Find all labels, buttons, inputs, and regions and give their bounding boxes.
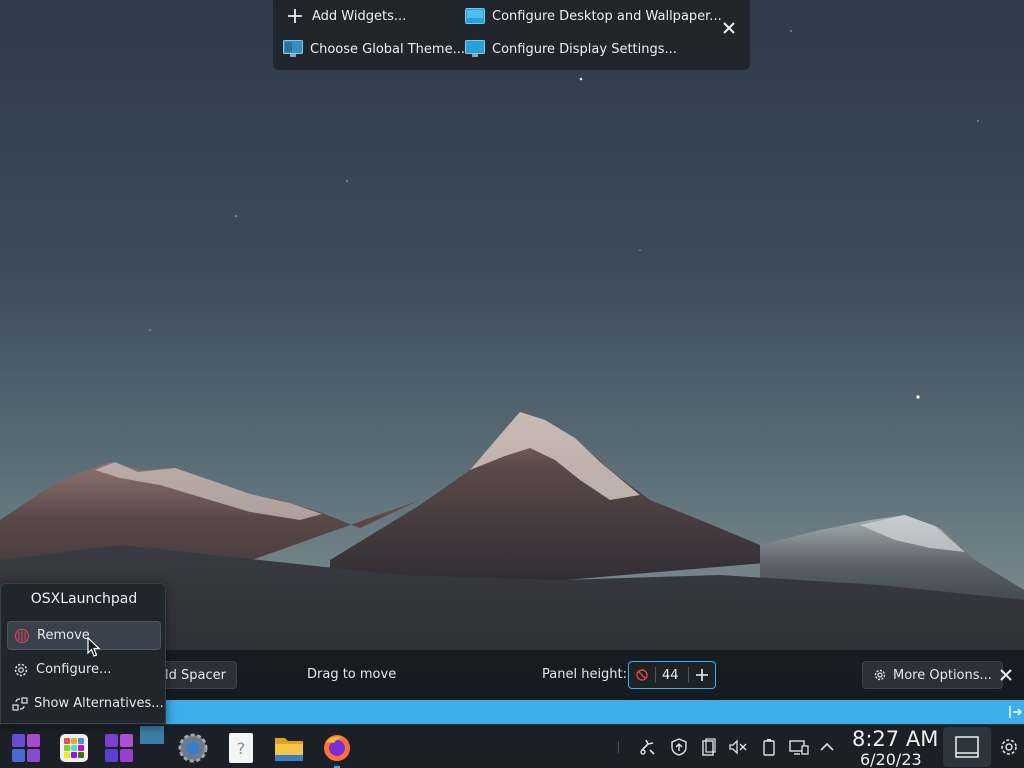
panel-height-spinbox[interactable]: 44 <box>628 661 716 689</box>
theme-icon <box>283 39 303 59</box>
choose-global-theme-button[interactable]: Choose Global Theme... <box>283 34 465 64</box>
network-wired-icon <box>789 740 809 755</box>
widget-context-menu: OSXLaunchpad Remove Configure... Show Al… <box>0 583 166 724</box>
help-document-icon: ? <box>229 733 253 763</box>
configure-desktop-button[interactable]: Configure Desktop and Wallpaper... <box>465 1 722 31</box>
add-spacer-label: ld Spacer <box>165 667 226 683</box>
battery-icon <box>763 739 775 756</box>
desktop-edit-toolbar: Add Widgets... Configure Desktop and Wal… <box>273 0 750 70</box>
show-alternatives-menu-item[interactable]: Show Alternatives... <box>7 689 164 718</box>
clipboard-icon <box>702 738 716 756</box>
clock-date[interactable]: 6/20/23 <box>860 750 922 768</box>
connect-icon <box>640 739 655 755</box>
show-hidden-tray-button[interactable] <box>816 736 838 758</box>
close-icon <box>723 22 735 34</box>
add-widgets-label: Add Widgets... <box>312 8 407 24</box>
remove-menu-item[interactable]: Remove <box>7 621 161 650</box>
system-settings-button[interactable] <box>175 730 211 766</box>
configure-label: Configure... <box>36 662 112 677</box>
close-edit-mode-button[interactable] <box>718 17 740 39</box>
show-desktop-icon <box>955 736 979 758</box>
plus-icon <box>696 669 708 681</box>
clock-time[interactable]: 8:27 AM <box>852 727 938 751</box>
mouse-cursor-icon <box>87 637 101 657</box>
launchpad-icon <box>105 734 133 762</box>
kde-connect-tray[interactable] <box>637 736 659 758</box>
add-widgets-button[interactable]: Add Widgets... <box>285 1 406 31</box>
blocked-icon <box>636 669 648 681</box>
app-launcher-button[interactable] <box>8 730 44 766</box>
volume-tray[interactable] <box>727 736 749 758</box>
updates-tray[interactable] <box>668 736 690 758</box>
volume-muted-icon <box>729 739 747 755</box>
taskbar: ? 8:27 AM 6/20/23 <box>0 724 1024 768</box>
firefox-button[interactable] <box>319 730 355 768</box>
folder-icon <box>275 738 303 761</box>
switch-icon <box>12 695 28 713</box>
plus-icon <box>285 6 305 26</box>
gear-icon <box>874 669 886 681</box>
panel-height-label: Panel height: <box>542 667 628 682</box>
update-shield-icon <box>671 738 687 756</box>
launchpad-button[interactable] <box>101 730 137 766</box>
app-grid-button[interactable] <box>56 730 92 766</box>
configure-desktop-label: Configure Desktop and Wallpaper... <box>492 8 722 24</box>
configure-menu-item[interactable]: Configure... <box>7 655 161 684</box>
wallpaper-icon <box>465 6 485 26</box>
network-tray[interactable] <box>788 736 810 758</box>
app-grid-icon <box>60 734 88 762</box>
increase-height-button[interactable] <box>689 662 715 688</box>
more-options-label: More Options... <box>893 667 992 683</box>
remove-label: Remove <box>37 628 90 643</box>
svg-text:?: ? <box>237 739 246 758</box>
display-icon <box>465 39 485 59</box>
settings-gear-icon <box>178 733 208 763</box>
configure-display-button[interactable]: Configure Display Settings... <box>465 34 677 64</box>
panel-configure-icon[interactable] <box>998 736 1020 758</box>
configure-display-label: Configure Display Settings... <box>492 41 677 57</box>
show-desktop-button[interactable] <box>943 727 991 767</box>
file-manager-button[interactable] <box>271 730 307 766</box>
firefox-icon <box>324 735 350 761</box>
panel-height-value[interactable]: 44 <box>656 668 688 683</box>
battery-tray[interactable] <box>758 736 780 758</box>
more-options-button[interactable]: More Options... <box>862 661 1003 689</box>
trash-icon <box>13 627 31 645</box>
clipboard-tray[interactable] <box>698 736 720 758</box>
tray-separator <box>618 741 619 753</box>
context-menu-title: OSXLaunchpad <box>30 591 138 607</box>
spacer-placeholder <box>140 726 164 744</box>
gear-icon <box>12 661 30 679</box>
close-panel-edit-button[interactable] <box>995 664 1017 686</box>
close-icon <box>1000 669 1012 681</box>
chevron-up-icon <box>820 742 834 751</box>
drag-to-move-label[interactable]: Drag to move <box>307 667 396 682</box>
app-launcher-icon <box>12 734 40 762</box>
resize-handle-icon[interactable] <box>1008 704 1022 720</box>
choose-theme-label: Choose Global Theme... <box>310 41 465 57</box>
help-button[interactable]: ? <box>223 730 259 766</box>
decrease-height-button[interactable] <box>629 662 655 688</box>
show-alternatives-label: Show Alternatives... <box>34 696 164 711</box>
